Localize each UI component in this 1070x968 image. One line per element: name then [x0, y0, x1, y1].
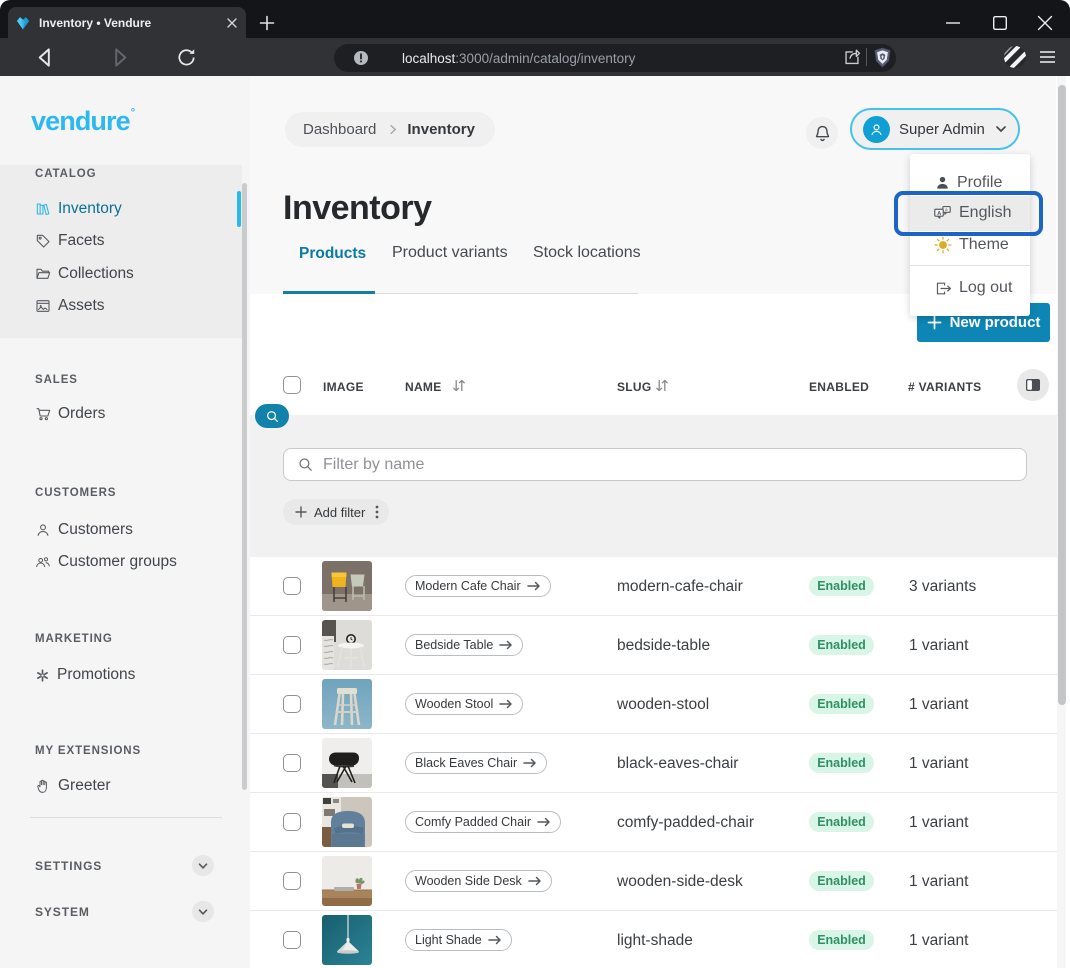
svg-text:a: a [945, 207, 948, 212]
